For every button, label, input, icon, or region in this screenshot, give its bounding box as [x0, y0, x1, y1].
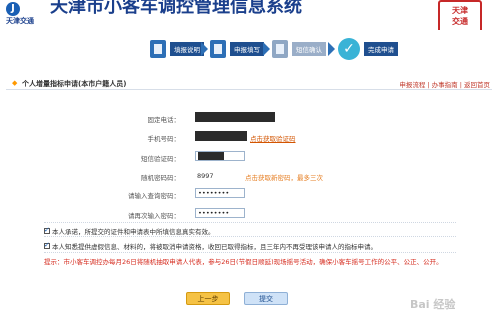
system-title: 天津市小客车调控管理信息系统: [50, 0, 302, 17]
step-2: 申报填写: [210, 38, 264, 60]
mobile-input[interactable]: [195, 131, 247, 141]
step-3: 短信确认: [272, 38, 326, 60]
submit-button[interactable]: 提交: [244, 292, 288, 305]
redacted-value: [198, 152, 224, 160]
password-input[interactable]: ••••••••: [195, 188, 245, 198]
step-1: 填报说明: [150, 38, 204, 60]
step-arrow-icon: [328, 42, 335, 56]
logo: J 天津交通: [6, 2, 46, 25]
pwd2-row: 请再次输入密码： ••••••••: [0, 208, 500, 220]
section-header: ◆ 个人增量指标申请(本市户籍人员) 申报流程 | 办事指南 | 返回首页: [6, 78, 492, 90]
tip-text: 提示：市小客车调控办每月26日将随机抽取申请人代表，参与26日(节假日顺延)现场…: [44, 258, 443, 266]
agreement-2-text: 本人知悉提供虚假信息、材料的，将被取消申请资格，收回已取得指标，且三年内不再受理…: [52, 243, 377, 251]
bullet-icon: ◆: [12, 79, 18, 87]
sms-label: 短信验证码：: [141, 155, 180, 163]
watermark: Bai 经验: [410, 298, 456, 311]
random-row: 随机密码码： 8997 点击获取新密码，最多三次: [0, 170, 500, 182]
random-label: 随机密码码：: [141, 174, 180, 182]
form-icon: [210, 40, 226, 58]
mobile-row: 手机号码： 点击获取验证码: [0, 131, 500, 143]
step-arrow-icon: [201, 42, 208, 56]
step-4: ✓ 完成申请: [338, 38, 398, 60]
agreement-1-checkbox[interactable]: [44, 226, 50, 234]
checkmark-icon: ✓: [338, 38, 360, 60]
sms-row: 短信验证码：: [0, 151, 500, 163]
phone-icon: [272, 40, 288, 58]
step-2-label: 申报填写: [230, 42, 264, 56]
prev-step-button[interactable]: 上一步: [186, 292, 230, 305]
pwd-label: 请输入查询密码：: [128, 192, 180, 200]
logo-text: 天津交通: [6, 16, 34, 25]
step-3-label: 短信确认: [292, 42, 326, 56]
section-links[interactable]: 申报流程 | 办事指南 | 返回首页: [399, 79, 490, 89]
divider: [44, 222, 456, 223]
mobile-label: 手机号码：: [147, 135, 181, 143]
agreement-1: 本人承诺，所提交的证件和申请表中所填信息真实有效。: [44, 226, 215, 236]
divider: [44, 236, 456, 237]
header: J 天津交通 天津市小客车调控管理信息系统 天津 交通: [0, 0, 500, 38]
agreement-2-checkbox[interactable]: [44, 241, 50, 249]
get-sms-code-link[interactable]: 点击获取验证码: [250, 133, 296, 143]
agreement-1-text: 本人承诺，所提交的证件和申请表中所填信息真实有效。: [52, 228, 215, 236]
phone-label: 固定电话：: [147, 116, 181, 124]
sms-code-input[interactable]: [195, 151, 245, 161]
step-1-label: 填报说明: [170, 42, 204, 56]
phone-input[interactable]: [195, 112, 275, 122]
step-4-label: 完成申请: [364, 42, 398, 56]
logo-mark-icon: J: [6, 2, 20, 16]
divider: [44, 252, 456, 253]
seal-text: 天津 交通: [452, 5, 468, 26]
pwd2-label: 请再次输入密码：: [128, 212, 180, 220]
pwd-row: 请输入查询密码： ••••••••: [0, 188, 500, 200]
document-icon: [150, 40, 166, 58]
random-code-value: 8997: [197, 172, 214, 180]
confirm-password-input[interactable]: ••••••••: [195, 208, 245, 218]
section-title: 个人增量指标申请(本市户籍人员): [22, 80, 127, 88]
step-arrow-icon: [263, 42, 270, 56]
agreement-2: 本人知悉提供虚假信息、材料的，将被取消申请资格，收回已取得指标，且三年内不再受理…: [44, 241, 377, 251]
progress-steps: 填报说明 申报填写 短信确认 ✓ 完成申请: [0, 30, 500, 66]
random-code-hint[interactable]: 点击获取新密码，最多三次: [245, 172, 323, 182]
phone-row: 固定电话：: [0, 112, 500, 124]
